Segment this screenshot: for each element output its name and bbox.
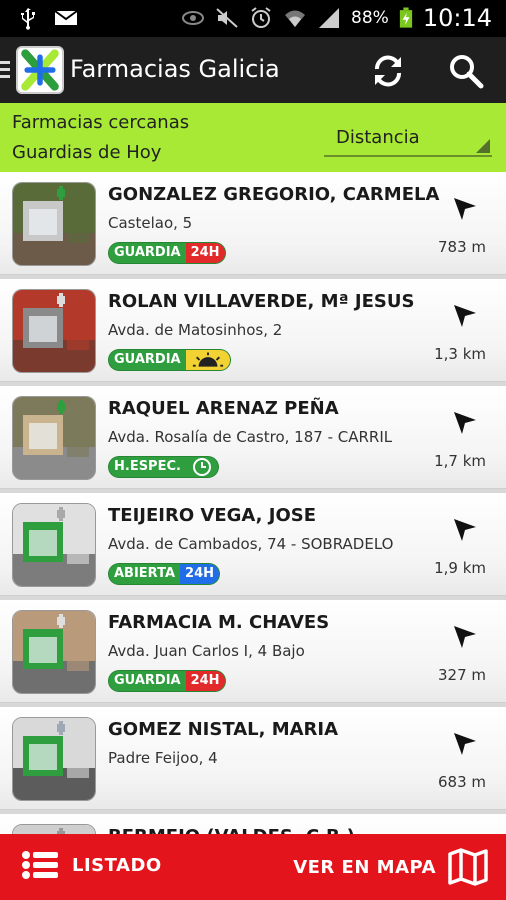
pharmacy-photo	[12, 717, 96, 801]
mute-icon	[216, 8, 238, 28]
pharmacy-photo	[12, 289, 96, 373]
status-bar: 88% 10:14	[0, 0, 506, 37]
pharmacy-distance: 1,3 km	[434, 345, 486, 363]
mail-icon	[54, 10, 78, 25]
navigate-arrow-icon[interactable]	[450, 408, 478, 436]
pharmacy-row[interactable]: FARMACIA M. CHAVES Avda. Juan Carlos I, 4…	[0, 600, 506, 703]
pharmacy-name: GONZALEZ GREGORIO, CARMELA	[108, 184, 440, 205]
status-badge: GUARDIA	[108, 349, 231, 371]
dropdown-triangle-icon	[476, 139, 490, 153]
navigate-arrow-icon[interactable]	[450, 301, 478, 329]
pharmacy-name: ROLAN VILLAVERDE, Mª JESUS	[108, 291, 415, 312]
pharmacy-distance: 327 m	[437, 666, 486, 684]
pharmacy-row[interactable]: GOMEZ NISTAL, MARIA Padre Feijoo, 4 683 m	[0, 707, 506, 810]
status-badge-24h: 24H	[185, 243, 225, 263]
pharmacy-row[interactable]: ROLAN VILLAVERDE, Mª JESUS Avda. de Matos…	[0, 279, 506, 382]
pharmacy-row[interactable]: GONZALEZ GREGORIO, CARMELA Castelao, 5 GUA…	[0, 172, 506, 275]
pharmacy-photo	[12, 610, 96, 694]
pharmacy-list[interactable]: GONZALEZ GREGORIO, CARMELA Castelao, 5 GUA…	[0, 172, 506, 834]
pharmacy-photo	[12, 396, 96, 480]
wifi-icon	[285, 10, 306, 27]
pharmacy-name: GOMEZ NISTAL, MARIA	[108, 719, 339, 740]
bottom-bar: LISTADO VER EN MAPA	[0, 834, 506, 900]
app-logo[interactable]	[16, 46, 64, 94]
sun-icon	[185, 350, 230, 370]
pharmacy-photo	[12, 503, 96, 587]
pharmacy-distance: 1,7 km	[434, 452, 486, 470]
status-badge-label: ABIERTA	[109, 564, 181, 584]
filter-guard-label[interactable]: Guardias de Hoy	[12, 142, 161, 163]
status-badge-label: GUARDIA	[109, 243, 186, 263]
status-badge: H.ESPEC.	[108, 456, 219, 478]
pharmacy-distance: 1,9 km	[434, 559, 486, 577]
pharmacy-row[interactable]: TEIJEIRO VEGA, JOSE Avda. de Cambados, 74…	[0, 493, 506, 596]
status-badge-24h: 24H	[180, 564, 220, 584]
sort-select[interactable]: Distancia	[324, 117, 492, 157]
list-icon	[22, 851, 58, 879]
refresh-button[interactable]	[368, 51, 408, 91]
navigate-arrow-icon[interactable]	[450, 729, 478, 757]
pharmacy-name: RAQUEL ARENAZ PEÑA	[108, 398, 339, 419]
pharmacy-row[interactable]: RAQUEL ARENAZ PEÑA Avda. Rosalía de Castr…	[0, 386, 506, 489]
status-badge: ABIERTA 24H	[108, 563, 221, 585]
pharmacy-distance: 783 m	[437, 238, 486, 256]
ver-en-mapa-button[interactable]: VER EN MAPA	[293, 848, 488, 886]
listado-button[interactable]: LISTADO	[22, 850, 162, 880]
app-bar: Farmacias Galicia	[0, 37, 506, 103]
navigate-arrow-icon[interactable]	[450, 194, 478, 222]
signal-icon	[319, 8, 340, 28]
navigate-arrow-icon[interactable]	[450, 622, 478, 650]
pharmacy-name: BERMEJO (VALDES, C.B.)	[108, 826, 355, 834]
pharmacy-address: Avda. Rosalía de Castro, 187 - CARRIL	[108, 428, 393, 446]
search-icon	[450, 55, 484, 89]
map-icon	[448, 848, 488, 886]
clock: 10:14	[422, 4, 492, 32]
pharmacy-distance: 683 m	[437, 773, 486, 791]
battery-charging-icon	[399, 7, 412, 28]
battery-percent: 88%	[351, 8, 389, 28]
pharmacy-name: FARMACIA M. CHAVES	[108, 612, 330, 633]
alarm-icon	[251, 7, 271, 28]
status-badge-label: H.ESPEC.	[109, 457, 186, 477]
filter-bar: Farmacias cercanas Guardias de Hoy Dista…	[0, 103, 506, 172]
ver-en-mapa-label: VER EN MAPA	[293, 856, 436, 878]
pharmacy-address: Avda. Juan Carlos I, 4 Bajo	[108, 642, 305, 660]
status-badge-label: GUARDIA	[109, 350, 186, 370]
pharmacy-name: TEIJEIRO VEGA, JOSE	[108, 505, 317, 526]
drawer-indicator-icon[interactable]	[0, 61, 10, 81]
pharmacy-address: Castelao, 5	[108, 214, 193, 232]
pharmacy-address: Avda. de Cambados, 74 - SOBRADELO	[108, 535, 394, 553]
listado-label: LISTADO	[72, 854, 162, 876]
usb-icon	[21, 8, 35, 30]
clock-icon	[185, 457, 218, 477]
app-logo-icon	[18, 48, 62, 92]
pharmacy-row[interactable]: BERMEJO (VALDES, C.B.)	[0, 814, 506, 834]
pharmacy-address: Avda. de Matosinhos, 2	[108, 321, 283, 339]
status-badge-24h: 24H	[185, 671, 225, 691]
app-title: Farmacias Galicia	[70, 55, 280, 83]
filter-nearby-label[interactable]: Farmacias cercanas	[12, 112, 189, 133]
pharmacy-photo	[12, 824, 96, 834]
status-badge: GUARDIA 24H	[108, 670, 226, 692]
status-badge-label: GUARDIA	[109, 671, 186, 691]
refresh-icon	[375, 55, 401, 87]
pharmacy-photo	[12, 182, 96, 266]
navigate-arrow-icon[interactable]	[450, 515, 478, 543]
search-button[interactable]	[446, 51, 486, 91]
sort-select-value: Distancia	[336, 127, 420, 148]
status-badge: GUARDIA 24H	[108, 242, 226, 264]
eye-icon	[182, 11, 205, 25]
pharmacy-address: Padre Feijoo, 4	[108, 749, 218, 767]
